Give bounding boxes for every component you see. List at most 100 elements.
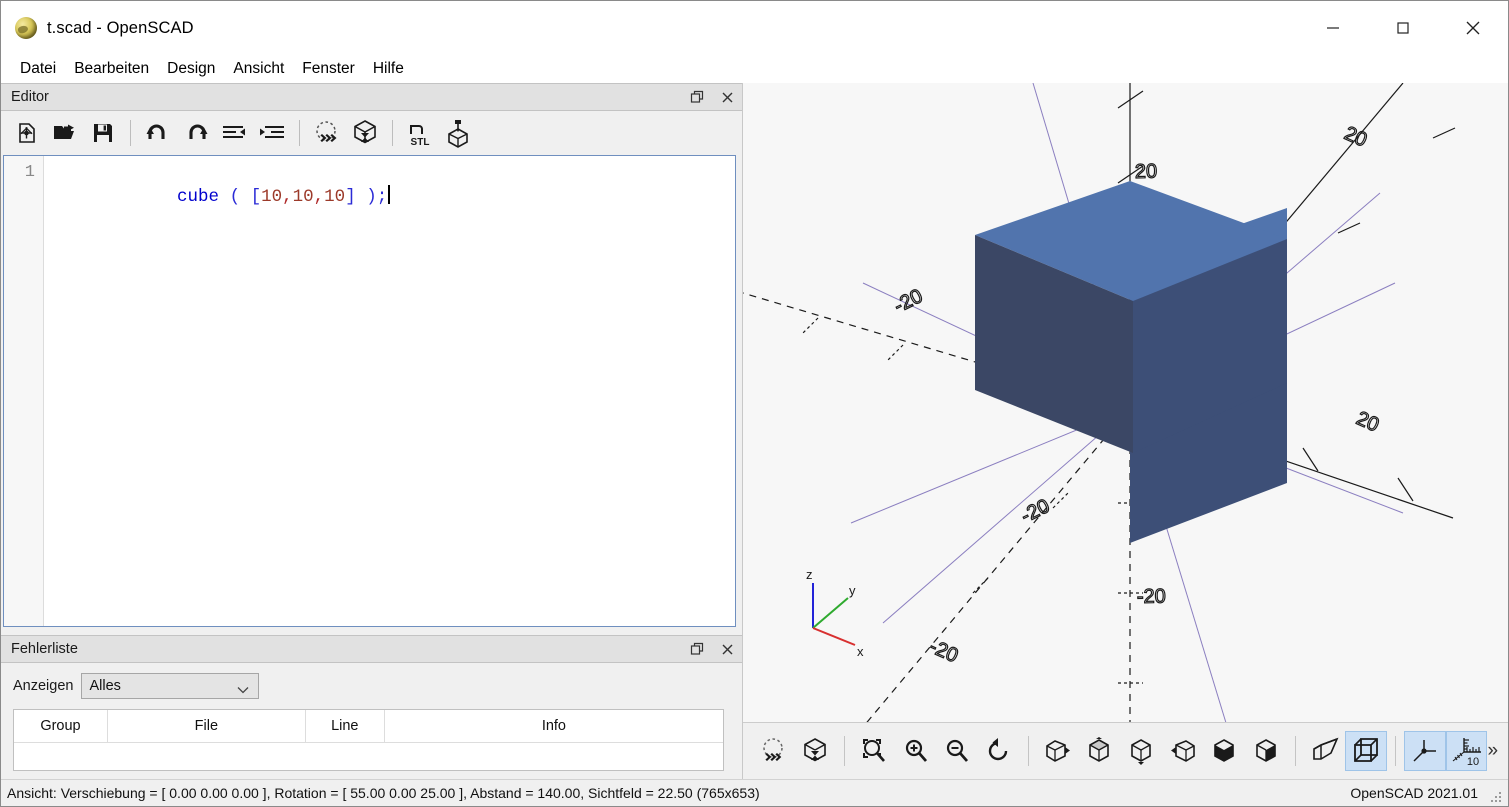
window-title: t.scad - OpenSCAD — [47, 18, 194, 37]
orthogonal-projection-icon[interactable] — [1345, 731, 1388, 771]
openscad-logo-icon — [15, 17, 37, 39]
code-text-area[interactable]: cube ( [10,10,10] ); — [44, 156, 735, 626]
text-cursor — [388, 185, 390, 204]
axis-label: 20 — [1135, 161, 1158, 183]
error-column-file[interactable]: File — [108, 710, 306, 742]
line-number: 1 — [24, 163, 35, 182]
toolbar-separator — [299, 120, 300, 146]
toolbar-separator — [844, 736, 846, 766]
redo-icon[interactable] — [178, 115, 214, 151]
indent-icon[interactable] — [254, 115, 290, 151]
3d-scene[interactable]: -20 20 20 -20 -20 -20 20 z y x — [743, 83, 1508, 722]
new-file-icon[interactable] — [9, 115, 45, 151]
unindent-icon[interactable] — [216, 115, 252, 151]
code-token-open-paren: ( — [229, 187, 241, 207]
zoom-in-icon[interactable] — [895, 731, 937, 771]
code-token-close-paren: ) — [366, 187, 377, 207]
main-body: Editor STL 1 cube ([10,10,10]); Fehler… — [1, 83, 1508, 779]
toolbar-separator — [1027, 736, 1029, 766]
reset-view-icon[interactable] — [978, 731, 1020, 771]
error-panel-body: Anzeigen Alles Group File Line Info — [1, 663, 742, 779]
left-dock: Editor STL 1 cube ([10,10,10]); Fehler… — [1, 83, 742, 779]
preview-icon[interactable] — [309, 115, 345, 151]
minimize-icon[interactable] — [1298, 1, 1368, 55]
gizmo-label-x: x — [857, 644, 864, 659]
close-icon[interactable] — [718, 88, 736, 106]
error-table-header: Group File Line Info — [14, 710, 723, 743]
code-editor[interactable]: 1 cube ( [10,10,10] ); — [3, 155, 736, 627]
chevron-down-icon — [237, 682, 249, 700]
render-icon[interactable] — [347, 115, 383, 151]
window-controls — [1298, 1, 1508, 55]
view-bottom-icon[interactable] — [1120, 731, 1162, 771]
error-panel-title: Fehlerliste — [11, 641, 78, 657]
code-token-number: 10 — [261, 187, 283, 207]
error-table[interactable]: Group File Line Info — [13, 709, 724, 771]
svg-text:STL: STL — [411, 137, 430, 148]
render-icon[interactable] — [795, 731, 837, 771]
error-list-panel: Fehlerliste Anzeigen Alles Group File Li… — [1, 627, 742, 779]
zoom-out-icon[interactable] — [937, 731, 979, 771]
resize-grip[interactable] — [1491, 791, 1503, 803]
error-column-info[interactable]: Info — [385, 710, 723, 742]
error-filter-select[interactable]: Alles — [81, 673, 260, 700]
perspective-projection-icon[interactable] — [1304, 731, 1346, 771]
3d-viewport[interactable]: -20 20 20 -20 -20 -20 20 z y x — [743, 83, 1508, 722]
error-filter-row: Anzeigen Alles — [13, 673, 734, 699]
menu-item-bearbeiten[interactable]: Bearbeiten — [65, 58, 158, 80]
view-left-icon[interactable] — [1162, 731, 1204, 771]
undo-icon[interactable] — [140, 115, 176, 151]
editor-panel-buttons — [688, 84, 736, 110]
show-axes-icon[interactable] — [1404, 731, 1446, 771]
menu-item-hilfe[interactable]: Hilfe — [364, 58, 413, 80]
code-token-semicolon: ; — [376, 187, 388, 207]
close-icon[interactable] — [718, 640, 736, 658]
title-bar: t.scad - OpenSCAD — [1, 1, 1508, 55]
code-token-open-bracket: [ — [250, 187, 262, 207]
error-filter-label: Anzeigen — [13, 678, 74, 694]
menu-item-fenster[interactable]: Fenster — [293, 58, 364, 80]
error-panel-titlebar: Fehlerliste — [1, 635, 742, 663]
code-token-keyword: cube — [177, 187, 220, 207]
export-amf-icon[interactable] — [440, 115, 476, 151]
gizmo-label-y: y — [849, 583, 856, 598]
gizmo-label-z: z — [806, 567, 813, 582]
toolbar-separator — [392, 120, 393, 146]
maximize-icon[interactable] — [1368, 1, 1438, 55]
code-token-number: 10 — [324, 187, 346, 207]
menu-item-ansicht[interactable]: Ansicht — [224, 58, 293, 80]
save-file-icon[interactable] — [85, 115, 121, 151]
float-undock-icon[interactable] — [688, 88, 706, 106]
zoom-fit-icon[interactable] — [853, 731, 895, 771]
open-file-icon[interactable] — [47, 115, 83, 151]
menu-item-datei[interactable]: Datei — [11, 58, 65, 80]
float-undock-icon[interactable] — [688, 640, 706, 658]
menu-item-design[interactable]: Design — [158, 58, 224, 80]
editor-toolbar: STL — [1, 111, 742, 155]
error-column-line[interactable]: Line — [306, 710, 385, 742]
toolbar-separator — [1294, 736, 1296, 766]
error-column-group[interactable]: Group — [14, 710, 108, 742]
view-info-text: Ansicht: Verschiebung = [ 0.00 0.00 0.00… — [7, 785, 760, 801]
view-front-icon[interactable] — [1204, 731, 1246, 771]
view-right-icon[interactable] — [1037, 731, 1079, 771]
view-back-icon[interactable] — [1245, 731, 1287, 771]
code-token-close-bracket: ] — [345, 187, 356, 207]
code-token-comma: , — [313, 187, 325, 207]
version-text: OpenSCAD 2021.01 — [1350, 785, 1478, 801]
editor-panel-title: Editor — [11, 89, 49, 105]
axis-label: -20 — [1137, 585, 1166, 608]
export-stl-icon[interactable]: STL — [402, 115, 438, 151]
editor-panel-titlebar: Editor — [1, 83, 742, 111]
toolbar-separator — [1395, 736, 1397, 766]
toolbar-overflow-button[interactable]: » — [1487, 740, 1498, 762]
openscad-main-window: t.scad - OpenSCAD Datei Bearbeiten Desig… — [0, 0, 1509, 807]
error-panel-buttons — [688, 636, 736, 662]
close-icon[interactable] — [1438, 1, 1508, 55]
preview-icon[interactable] — [753, 731, 795, 771]
scale-marker-badge: 10 — [1467, 756, 1479, 766]
view-top-icon[interactable] — [1079, 731, 1121, 771]
show-scale-markers-icon[interactable]: 10 — [1445, 731, 1488, 771]
